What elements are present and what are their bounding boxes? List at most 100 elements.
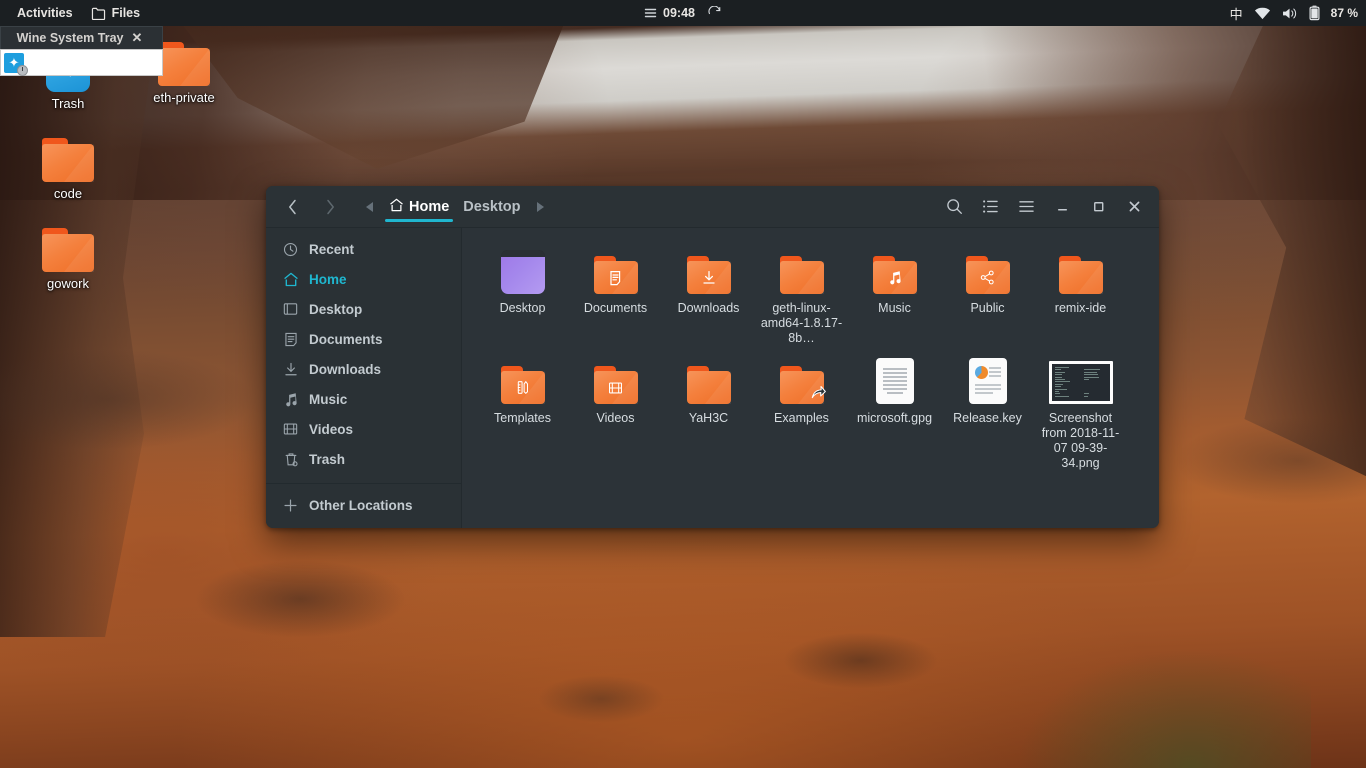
file-name: Screenshot from 2018-11-07 09-39-34.png [1036, 411, 1125, 471]
app-menu-label: Files [112, 0, 141, 26]
file-item-public[interactable]: Public [941, 242, 1034, 352]
desktop-icon [282, 302, 299, 316]
file-grid: Desktop Documents Downloads geth-linux-a… [476, 242, 1153, 477]
battery-icon [1309, 5, 1320, 21]
wine-tray-title-label: Wine System Tray [17, 31, 124, 45]
file-item-screenshot-png[interactable]: Screenshot from 2018-11-07 09-39-34.png [1034, 352, 1127, 477]
sidebar-item-label: Videos [309, 422, 353, 437]
breadcrumb-label: Home [409, 199, 449, 215]
sidebar-item-music[interactable]: Music [266, 384, 461, 414]
triangle-left-icon[interactable] [358, 202, 382, 212]
document-icon [282, 332, 299, 347]
sidebar-item-label: Downloads [309, 362, 381, 377]
file-item-desktop[interactable]: Desktop [476, 242, 569, 352]
file-name: geth-linux-amd64-1.8.17-8b… [757, 301, 846, 346]
desktop-folder-icon [501, 250, 545, 294]
file-name: Templates [494, 411, 551, 426]
sidebar-item-other-locations[interactable]: Other Locations [266, 490, 461, 520]
desktop-icon-label: eth-private [153, 90, 214, 105]
file-item-documents[interactable]: Documents [569, 242, 662, 352]
file-name: Videos [597, 411, 635, 426]
sidebar-item-trash[interactable]: Trash [266, 444, 461, 474]
text-document-icon [876, 358, 914, 404]
file-name: Release.key [953, 411, 1022, 426]
hamburger-icon [644, 7, 657, 19]
image-thumbnail-icon [1049, 361, 1113, 404]
file-item-downloads[interactable]: Downloads [662, 242, 755, 352]
wine-clock-icon[interactable]: ✦ [4, 53, 24, 73]
hamburger-menu-button[interactable] [1009, 192, 1043, 222]
folder-icon [91, 7, 106, 20]
input-method-indicator[interactable]: 中 [1230, 4, 1243, 23]
wallpaper-rock-left [0, 38, 150, 637]
file-item-release-key[interactable]: Release.key [941, 352, 1034, 477]
sidebar-item-desktop[interactable]: Desktop [266, 294, 461, 324]
file-name: YaH3C [689, 411, 728, 426]
wallpaper-foliage [1011, 645, 1312, 768]
file-grid-view[interactable]: Desktop Documents Downloads geth-linux-a… [462, 228, 1159, 528]
wine-system-tray-window[interactable]: Wine System Tray ✕ ✦ [0, 26, 163, 76]
home-icon [282, 272, 299, 287]
sidebar-item-label: Recent [309, 242, 354, 257]
file-name: Documents [584, 301, 647, 316]
minimize-button[interactable] [1045, 192, 1079, 222]
file-item-examples[interactable]: Examples [755, 352, 848, 477]
wallpaper-rock-right [1176, 0, 1366, 476]
folder-templates-icon [501, 366, 545, 404]
clock-menu[interactable]: 09:48 [644, 6, 695, 20]
list-view-button[interactable] [973, 192, 1007, 222]
sidebar: Recent Home Desktop Documents Downloads … [266, 228, 462, 528]
presentation-document-icon [969, 358, 1007, 404]
home-icon [389, 198, 404, 216]
system-status-area[interactable]: 中 87 % [1230, 4, 1358, 23]
folder-symlink-icon [780, 366, 824, 404]
volume-icon [1282, 7, 1298, 20]
clock-icon [282, 242, 299, 257]
triangle-right-icon[interactable] [528, 202, 552, 212]
activities-button[interactable]: Activities [8, 0, 82, 26]
back-button[interactable] [276, 192, 308, 222]
breadcrumb-item-home[interactable]: Home [382, 186, 456, 228]
sidebar-item-home[interactable]: Home [266, 264, 461, 294]
wine-clock-badge [17, 65, 28, 76]
file-item-videos[interactable]: Videos [569, 352, 662, 477]
desktop-icon-gowork[interactable]: gowork [20, 228, 116, 291]
sidebar-item-label: Home [309, 272, 347, 287]
files-file-manager-window[interactable]: Home Desktop Recent Home Desktop Documen… [266, 186, 1159, 528]
search-button[interactable] [937, 192, 971, 222]
plus-icon [282, 498, 299, 513]
sidebar-item-videos[interactable]: Videos [266, 414, 461, 444]
wifi-icon [1254, 7, 1271, 20]
file-item-microsoft-gpg[interactable]: microsoft.gpg [848, 352, 941, 477]
close-button[interactable] [1117, 192, 1151, 222]
folder-icon [158, 42, 210, 86]
file-item-remix-ide[interactable]: remix-ide [1034, 242, 1127, 352]
file-name: Desktop [500, 301, 546, 316]
clock-time: 09:48 [663, 6, 695, 20]
breadcrumb-item-desktop[interactable]: Desktop [456, 186, 527, 228]
app-menu-files[interactable]: Files [82, 0, 150, 26]
sidebar-item-documents[interactable]: Documents [266, 324, 461, 354]
sidebar-item-recent[interactable]: Recent [266, 234, 461, 264]
sidebar-divider [266, 483, 461, 484]
maximize-button[interactable] [1081, 192, 1115, 222]
refresh-icon[interactable] [707, 6, 722, 21]
breadcrumb: Home Desktop [358, 186, 552, 228]
wine-tray-content: ✦ [0, 49, 163, 76]
folder-downloads-icon [687, 256, 731, 294]
desktop-icon-code[interactable]: code [20, 138, 116, 201]
file-item-yah3c[interactable]: YaH3C [662, 352, 755, 477]
forward-button[interactable] [314, 192, 346, 222]
file-item-music[interactable]: Music [848, 242, 941, 352]
activities-label: Activities [17, 0, 73, 26]
breadcrumb-label: Desktop [463, 199, 520, 215]
file-item-templates[interactable]: Templates [476, 352, 569, 477]
close-icon[interactable]: ✕ [131, 30, 142, 46]
sidebar-item-label: Music [309, 392, 347, 407]
sidebar-item-downloads[interactable]: Downloads [266, 354, 461, 384]
folder-documents-icon [594, 256, 638, 294]
desktop-icon-label: code [54, 186, 82, 201]
wine-tray-titlebar: Wine System Tray ✕ [0, 26, 163, 49]
file-item-geth-linux[interactable]: geth-linux-amd64-1.8.17-8b… [755, 242, 848, 352]
sidebar-item-label: Other Locations [309, 498, 413, 513]
